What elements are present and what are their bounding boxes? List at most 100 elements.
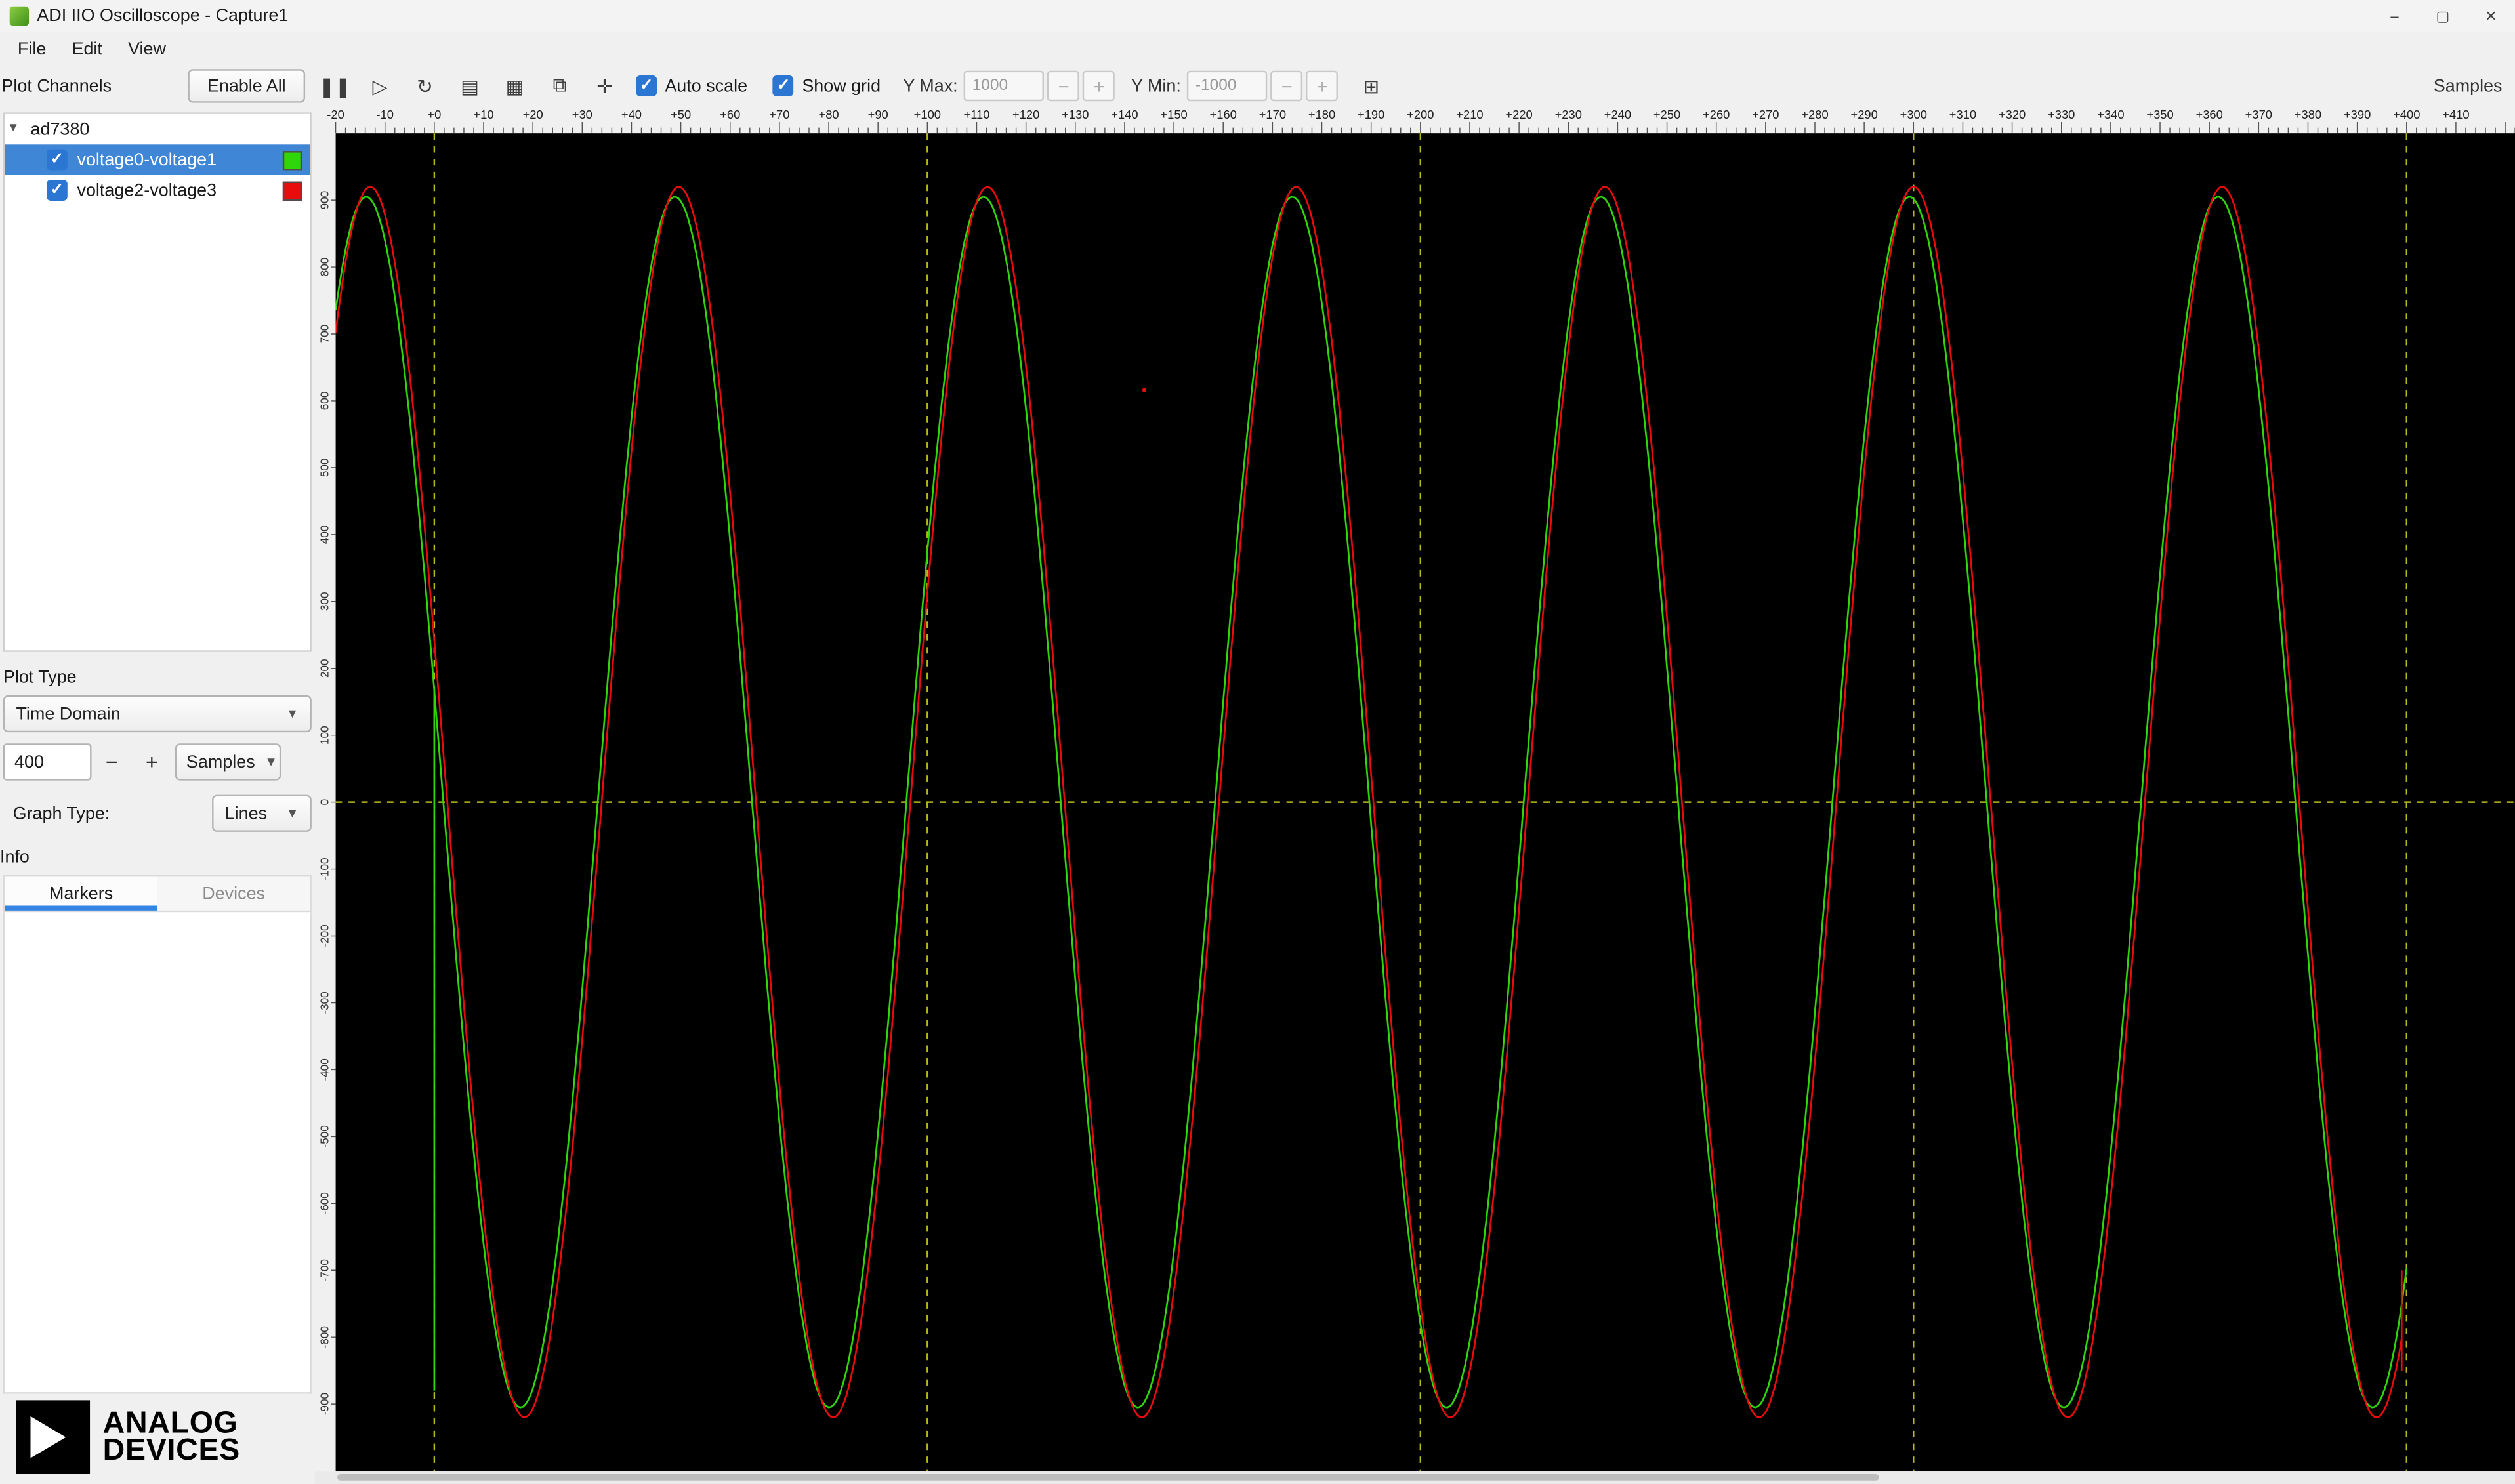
svg-text:+100: +100 <box>914 108 941 121</box>
svg-text:+390: +390 <box>2344 108 2371 121</box>
title-bar: ADI IIO Oscilloscope - Capture1 – ▢ ✕ <box>0 0 2515 32</box>
y-max-input[interactable] <box>964 70 1045 102</box>
y-min-increment-button[interactable]: + <box>1306 70 1339 102</box>
plot-body: -900 -800 -700 -600 -500 -400 -300 -200 -100 0 100… <box>314 133 2515 1472</box>
y-max-decrement-button[interactable]: − <box>1047 70 1080 102</box>
graph-type-dropdown[interactable]: Lines ▼ <box>212 794 312 832</box>
sample-count-decrement-button[interactable]: − <box>92 743 132 780</box>
svg-text:500: 500 <box>318 459 331 478</box>
y-max-increment-button[interactable]: + <box>1083 70 1115 102</box>
svg-text:-500: -500 <box>318 1125 331 1147</box>
y-min-input[interactable] <box>1187 70 1268 102</box>
show-grid-label: Show grid <box>802 76 881 96</box>
svg-text:+240: +240 <box>1604 108 1631 121</box>
channel-label: voltage2-voltage3 <box>77 180 217 200</box>
y-min-decrement-button[interactable]: − <box>1270 70 1303 102</box>
minimize-button[interactable]: – <box>2371 0 2419 32</box>
x-ruler-svg: -20 -10 +0 +10 +20 +30 +40 +50 +60 +70 +80 +90 +100 +… <box>327 108 2515 134</box>
plot-layout-icon[interactable]: ▦ <box>495 69 535 102</box>
svg-text:+220: +220 <box>1505 108 1532 121</box>
sample-unit-dropdown[interactable]: Samples ▼ <box>175 743 281 781</box>
svg-text:-600: -600 <box>318 1192 331 1214</box>
plot-area: -20 -10 +0 +10 +20 +30 +40 +50 +60 +70 +80 +90 +100 +… <box>314 106 2515 1484</box>
enable-all-button[interactable]: Enable All <box>188 69 306 103</box>
capture-loop-icon[interactable]: ↻ <box>405 69 445 102</box>
svg-text:+80: +80 <box>818 108 839 121</box>
svg-text:+90: +90 <box>868 108 888 121</box>
device-row-ad7380[interactable]: ▾ ad7380 <box>5 114 310 145</box>
menu-view[interactable]: View <box>115 36 179 62</box>
channel-label: voltage0-voltage1 <box>77 150 217 170</box>
artifact-dot <box>1142 388 1147 392</box>
info-tabs: Markers Devices <box>3 875 312 913</box>
svg-text:+370: +370 <box>2245 108 2272 121</box>
svg-text:+340: +340 <box>2097 108 2124 121</box>
svg-text:-100: -100 <box>318 857 331 880</box>
svg-text:+260: +260 <box>1703 108 1730 121</box>
svg-text:+250: +250 <box>1653 108 1680 121</box>
chevron-down-icon: ▼ <box>285 806 299 821</box>
graph-type-value: Lines <box>224 804 268 823</box>
plot-type-value: Time Domain <box>16 704 121 724</box>
svg-text:+280: +280 <box>1801 108 1828 121</box>
svg-text:+350: +350 <box>2146 108 2173 121</box>
svg-text:-300: -300 <box>318 991 331 1014</box>
svg-text:+190: +190 <box>1358 108 1384 121</box>
capture-play-icon[interactable]: ▷ <box>360 69 400 102</box>
svg-text:100: 100 <box>318 726 331 745</box>
channel-color-swatch[interactable] <box>282 180 302 200</box>
pan-icon[interactable]: ✛ <box>585 69 625 102</box>
show-grid-checkbox[interactable] <box>773 75 795 96</box>
auto-scale-checkbox[interactable] <box>636 75 657 96</box>
svg-text:+170: +170 <box>1259 108 1286 121</box>
device-list-icon[interactable]: ▤ <box>449 69 489 102</box>
toolbar-icons: ❚❚ ▷ ↻ ▤ ▦ ⧉ ✛ <box>315 69 630 102</box>
svg-text:400: 400 <box>318 526 331 545</box>
device-name: ad7380 <box>30 119 90 139</box>
auto-scale-toggle[interactable]: Auto scale <box>636 75 747 96</box>
svg-text:+30: +30 <box>572 108 592 121</box>
channel-row[interactable]: voltage0-voltage1 <box>5 144 310 175</box>
sample-count-input[interactable] <box>3 743 92 781</box>
svg-text:700: 700 <box>318 325 331 344</box>
svg-text:+310: +310 <box>1949 108 1976 121</box>
svg-text:+400: +400 <box>2393 108 2420 121</box>
close-button[interactable]: ✕ <box>2467 0 2515 32</box>
svg-text:+60: +60 <box>720 108 740 121</box>
svg-text:+20: +20 <box>523 108 543 121</box>
svg-text:+180: +180 <box>1308 108 1335 121</box>
channel-checkbox[interactable] <box>46 180 68 201</box>
maximize-button[interactable]: ▢ <box>2419 0 2466 32</box>
snapshot-icon[interactable]: ⧉ <box>539 69 579 102</box>
show-grid-toggle[interactable]: Show grid <box>773 75 881 96</box>
sample-count-increment-button[interactable]: + <box>132 743 172 780</box>
menu-file[interactable]: File <box>5 36 59 62</box>
waveform-canvas[interactable] <box>335 133 2515 1472</box>
channel-color-swatch[interactable] <box>282 150 302 170</box>
svg-text:+130: +130 <box>1062 108 1089 121</box>
new-plot-icon[interactable]: ⊞ <box>1351 69 1391 102</box>
svg-text:+150: +150 <box>1160 108 1187 121</box>
expander-icon[interactable]: ▾ <box>10 119 17 136</box>
menu-edit[interactable]: Edit <box>59 36 115 62</box>
sidebar: ▾ ad7380 voltage0-voltage1 voltage2-volta… <box>0 106 315 1484</box>
chevron-down-icon: ▼ <box>264 754 278 770</box>
svg-text:+0: +0 <box>427 108 441 121</box>
svg-text:+120: +120 <box>1012 108 1039 121</box>
svg-text:+160: +160 <box>1210 108 1237 121</box>
app-icon <box>9 6 30 26</box>
app-window: ADI IIO Oscilloscope - Capture1 – ▢ ✕ Fi… <box>0 0 2515 1484</box>
capture-pause-icon[interactable]: ❚❚ <box>315 69 355 102</box>
channel-checkbox[interactable] <box>46 149 68 171</box>
svg-text:900: 900 <box>318 191 331 210</box>
samples-axis-label: Samples <box>2433 76 2503 96</box>
tab-markers[interactable]: Markers <box>5 876 157 911</box>
tab-devices[interactable]: Devices <box>157 876 310 910</box>
svg-text:+410: +410 <box>2442 108 2469 121</box>
plot-type-dropdown[interactable]: Time Domain ▼ <box>3 695 312 733</box>
scrollbar-handle[interactable] <box>337 1474 1879 1481</box>
channel-row[interactable]: voltage2-voltage3 <box>5 175 310 206</box>
window-title: ADI IIO Oscilloscope - Capture1 <box>37 6 289 26</box>
svg-text:+110: +110 <box>964 108 990 121</box>
svg-text:+290: +290 <box>1850 108 1877 121</box>
